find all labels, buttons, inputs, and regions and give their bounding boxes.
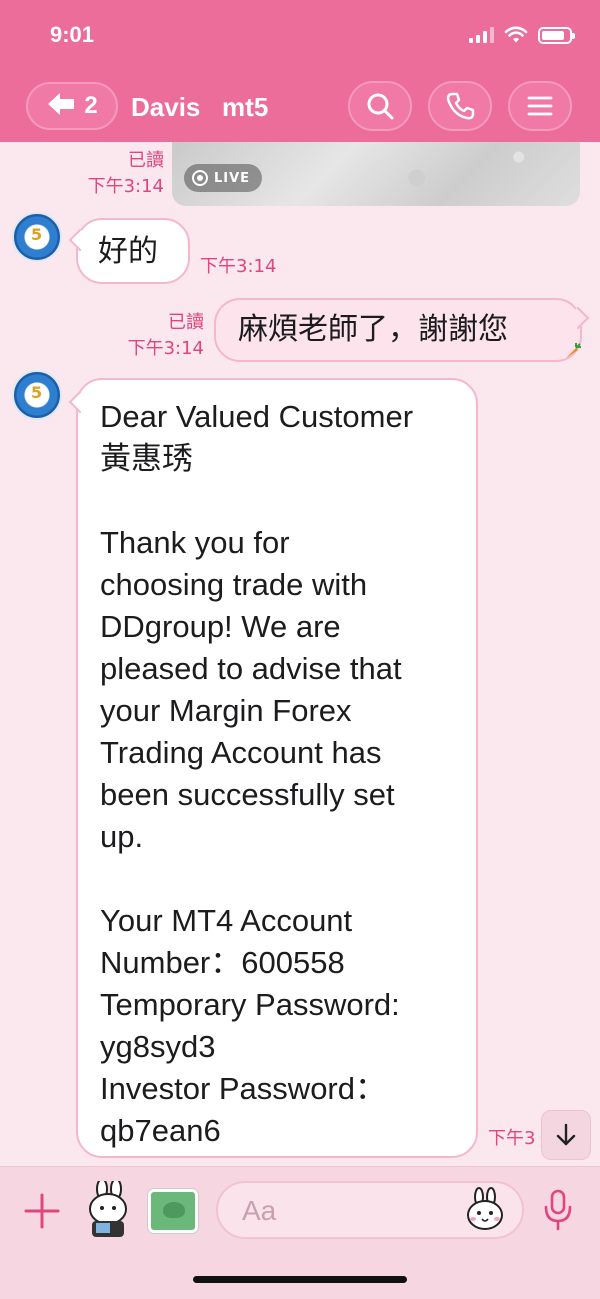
read-receipt: 已讀 [168,312,204,333]
incoming-message-bubble[interactable]: Dear Valued Customer 黃惠琇 Thank you for c… [68,378,478,1158]
message-time: 下午3 [488,1128,536,1149]
emoji-sticker-icon[interactable] [462,1187,508,1233]
message-text: Dear Valued Customer 黃惠琇 Thank you for c… [100,399,414,1148]
live-label: LIVE [214,170,251,186]
plus-icon[interactable] [22,1191,62,1231]
read-receipt: 已讀 [128,150,164,171]
live-video-thumbnail[interactable]: LIVE [172,142,580,206]
unread-count: 2 [84,92,98,119]
battery-icon [538,26,575,44]
status-icons [469,26,575,44]
cellular-signal-icon [469,27,494,43]
live-broadcast-icon [192,170,208,186]
message-time: 下午3:14 [200,256,277,277]
chat-title: Davis mt5 [131,92,269,122]
message-text: 麻煩老師了，謝謝您 [238,312,508,347]
back-arrow-icon [46,91,76,122]
outgoing-message-bubble[interactable]: 麻煩老師了，謝謝您 [214,298,590,362]
call-button[interactable] [428,81,492,131]
sticker-shortcut-icon[interactable] [82,1181,134,1239]
status-bar: 9:01 [0,0,600,72]
message-time: 下午3:14 [127,338,204,359]
phone-icon [446,92,475,120]
incoming-message-bubble[interactable]: 好的 [68,218,190,284]
microphone-icon[interactable] [542,1189,574,1231]
message-text: 好的 [98,234,158,269]
search-button[interactable] [348,81,412,131]
message-time: 下午3:14 [87,176,164,197]
status-time: 9:01 [50,22,95,47]
carrot-sticker-icon [562,342,582,367]
back-button[interactable]: 2 [26,82,118,130]
hamburger-menu-icon [527,96,553,116]
home-indicator[interactable] [193,1276,407,1283]
scroll-to-bottom-button[interactable] [541,1110,591,1160]
search-icon [367,93,394,120]
avatar[interactable] [12,370,62,420]
arrow-down-icon [556,1123,576,1146]
message-input[interactable]: Aa [216,1181,524,1239]
message-placeholder: Aa [242,1195,277,1226]
wifi-icon [504,26,528,43]
live-badge: LIVE [184,164,263,192]
sticker-preview-icon[interactable] [148,1189,198,1233]
avatar[interactable] [12,212,62,262]
menu-button[interactable] [508,81,572,131]
chat-header: 2 Davis mt5 [0,72,600,142]
chat-history[interactable]: 已讀 下午3:14 LIVE 好的 下午3:14 已讀 下午3:14 麻煩老師了… [0,142,600,1166]
